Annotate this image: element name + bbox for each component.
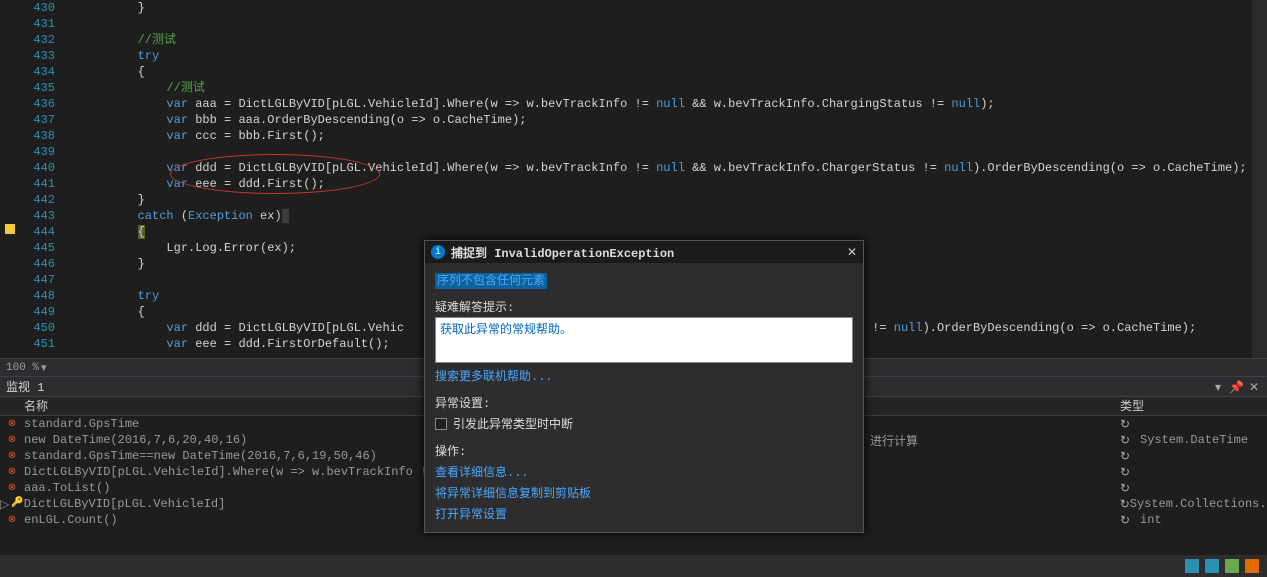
code-line[interactable]: //测试 [80, 32, 1267, 48]
popup-title: 捕捉到 InvalidOperationException [451, 244, 847, 261]
error-icon: ⊗ [8, 482, 16, 494]
hints-textbox[interactable]: 获取此异常的常规帮助。 [435, 317, 853, 363]
watch-value: 进行计算 [870, 432, 918, 449]
vertical-scrollbar[interactable] [1252, 0, 1267, 358]
status-dot[interactable] [1245, 559, 1259, 573]
refresh-icon[interactable]: ↻ [1120, 417, 1140, 432]
code-line[interactable]: { [80, 64, 1267, 80]
popup-header: i 捕捉到 InvalidOperationException ✕ [425, 241, 863, 263]
error-icon: ⊗ [8, 514, 16, 526]
watch-type: System.DateTime [1140, 433, 1267, 447]
pin-icon[interactable]: 📌 [1229, 380, 1243, 394]
error-icon: ⊗ [8, 466, 16, 478]
refresh-icon[interactable]: ↻ [1120, 481, 1140, 496]
zoom-dropdown-icon[interactable]: ▾ [41, 361, 47, 375]
break-on-throw-checkbox[interactable] [435, 418, 447, 430]
error-icon: ⊗ [8, 418, 16, 430]
code-line[interactable]: { [80, 224, 1267, 240]
refresh-icon[interactable]: ↻ [1120, 465, 1140, 480]
actions-label: 操作: [435, 442, 853, 459]
code-line[interactable]: var ccc = bbb.First(); [80, 128, 1267, 144]
watch-type: int [1140, 513, 1267, 527]
status-bar [0, 555, 1267, 577]
exception-message: 序列不包含任何元素 [435, 273, 547, 289]
breakpoint-arrow [5, 224, 15, 234]
dropdown-icon[interactable]: ▾ [1211, 380, 1225, 394]
code-line[interactable]: var eee = ddd.First(); [80, 176, 1267, 192]
code-line[interactable]: catch (Exception ex) [80, 208, 1267, 224]
zoom-value[interactable]: 100 % [0, 362, 39, 374]
popup-action-link[interactable]: 将异常详细信息复制到剪贴板 [435, 484, 853, 501]
refresh-icon[interactable]: ↻ [1120, 449, 1140, 464]
error-icon: ⊗ [8, 450, 16, 462]
status-dot[interactable] [1225, 559, 1239, 573]
key-icon: 🔑 [11, 497, 23, 512]
code-line[interactable]: var aaa = DictLGLByVID[pLGL.VehicleId].W… [80, 96, 1267, 112]
code-line[interactable]: } [80, 0, 1267, 16]
popup-action-link[interactable]: 查看详细信息... [435, 463, 853, 480]
code-line[interactable]: var bbb = aaa.OrderByDescending(o => o.C… [80, 112, 1267, 128]
exception-settings-label: 异常设置: [435, 394, 853, 411]
popup-action-link[interactable]: 打开异常设置 [435, 505, 853, 522]
watch-panel-title: 监视 1 [6, 378, 44, 395]
close-icon[interactable]: ✕ [1247, 380, 1261, 394]
hints-link[interactable]: 获取此异常的常规帮助。 [440, 323, 572, 337]
watch-type: System.Collections.Ger [1130, 497, 1267, 511]
expand-icon: ▷ [0, 497, 9, 512]
code-line[interactable]: try [80, 48, 1267, 64]
code-line[interactable]: //测试 [80, 80, 1267, 96]
info-icon: i [431, 245, 445, 259]
line-gutter: 4304314324334344354364374384394404414424… [0, 0, 65, 352]
refresh-icon[interactable]: ↻ [1120, 433, 1140, 448]
break-checkbox-label: 引发此异常类型时中断 [453, 415, 573, 432]
code-line[interactable] [80, 144, 1267, 160]
refresh-icon[interactable]: ↻ [1120, 513, 1140, 528]
status-dot[interactable] [1185, 559, 1199, 573]
more-help-link[interactable]: 搜索更多联机帮助... [435, 367, 853, 384]
error-icon: ⊗ [8, 434, 16, 446]
code-line[interactable]: var ddd = DictLGLByVID[pLGL.VehicleId].W… [80, 160, 1267, 176]
close-icon[interactable]: ✕ [847, 245, 857, 260]
refresh-icon[interactable]: ↻ [1120, 497, 1130, 512]
code-line[interactable] [80, 16, 1267, 32]
status-dot[interactable] [1205, 559, 1219, 573]
watch-col-type[interactable]: 类型 [1120, 397, 1267, 415]
hints-label: 疑难解答提示: [435, 298, 853, 315]
code-line[interactable]: } [80, 192, 1267, 208]
exception-popup[interactable]: i 捕捉到 InvalidOperationException ✕ 序列不包含任… [424, 240, 864, 533]
